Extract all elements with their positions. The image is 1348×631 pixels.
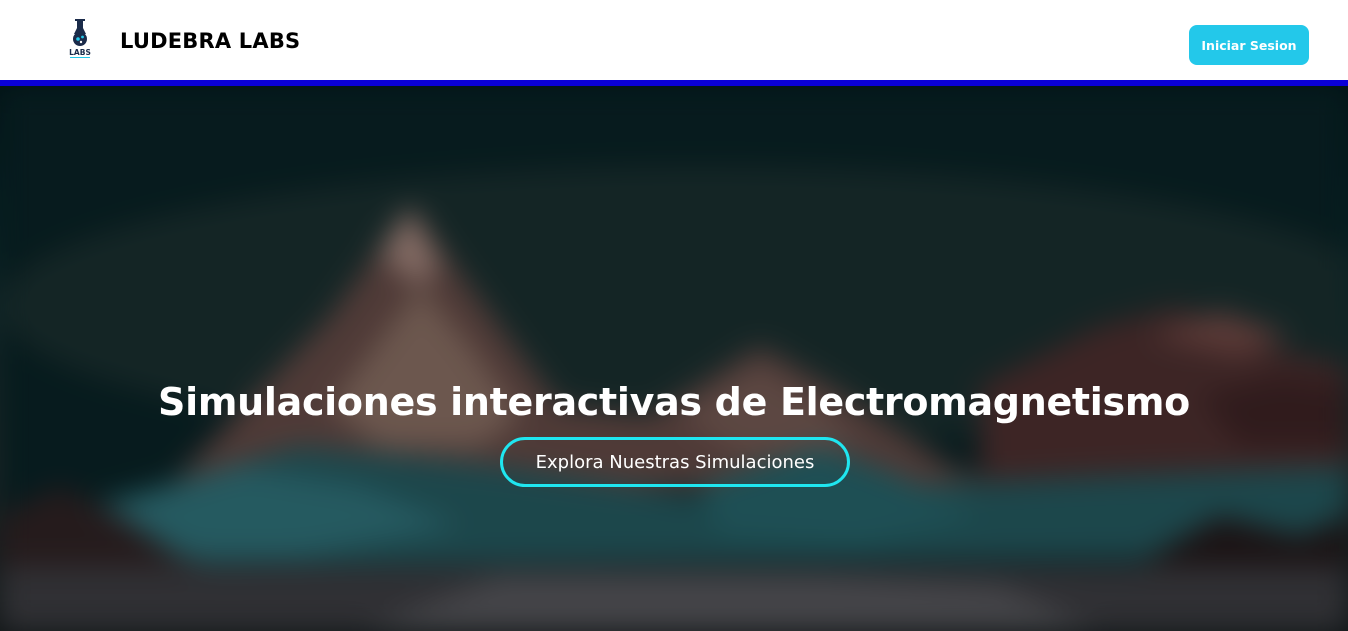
hero-section: Simulaciones interactivas de Electromagn… [0, 86, 1348, 631]
brand-name[interactable]: LUDEBRA LABS [120, 28, 300, 54]
login-button[interactable]: Iniciar Sesion [1189, 25, 1309, 65]
explore-simulations-button[interactable]: Explora Nuestras Simulaciones [500, 437, 850, 487]
hero-overlay [0, 86, 1348, 631]
hero-title: Simulaciones interactivas de Electromagn… [158, 380, 1190, 424]
navbar: LABS LUDEBRA LABS Iniciar Sesion [0, 0, 1348, 80]
flask-logo-icon: LABS [69, 19, 91, 58]
logo-text: LABS [69, 48, 91, 57]
logo[interactable]: LABS [62, 16, 98, 60]
